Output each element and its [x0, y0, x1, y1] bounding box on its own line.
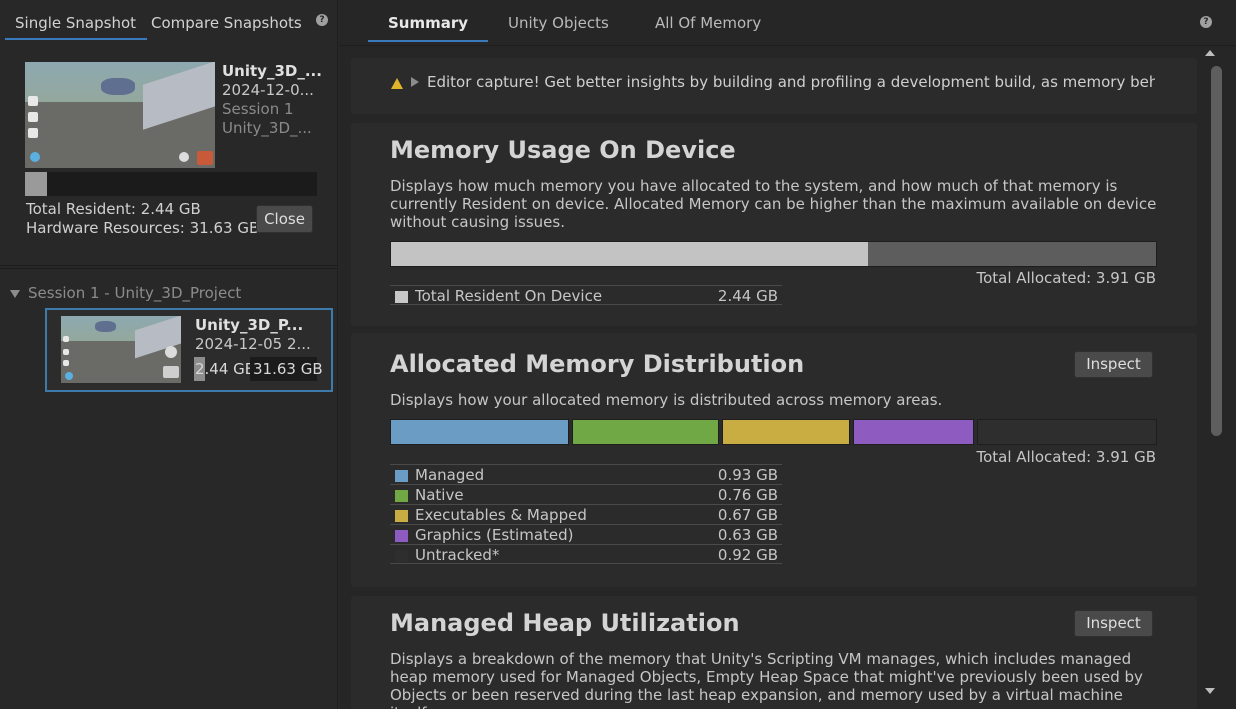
- managed-heap-title: Managed Heap Utilization: [390, 609, 740, 637]
- legend-swatch: [395, 470, 408, 482]
- tab-unity-objects[interactable]: Unity Objects: [508, 14, 609, 32]
- session-hardware-value: 31.63 GB: [250, 357, 323, 381]
- resident-segment[interactable]: [391, 242, 869, 266]
- tab-summary[interactable]: Summary: [367, 14, 489, 42]
- legend-label: Graphics (Estimated): [415, 526, 574, 544]
- memory-usage-title: Memory Usage On Device: [390, 136, 736, 164]
- left-panel: Single Snapshot Compare Snapshots ? Unit…: [0, 0, 338, 709]
- tab-single-snapshot[interactable]: Single Snapshot: [4, 14, 148, 40]
- monitor-icon: [163, 366, 179, 378]
- memory-usage-description: Displays how much memory you have alloca…: [390, 177, 1157, 231]
- inspect-allocated-button[interactable]: Inspect: [1074, 351, 1153, 378]
- divider: [0, 268, 338, 269]
- expand-triangle-icon[interactable]: [10, 289, 20, 298]
- scroll-down-icon[interactable]: [1205, 688, 1215, 694]
- legend-value: 0.92 GB: [717, 546, 778, 564]
- hardware-resources-label: Hardware Resources: 31.63 GB: [26, 219, 260, 237]
- total-resident-label: Total Resident: 2.44 GB: [26, 200, 201, 218]
- legend-label: Executables & Mapped: [415, 506, 587, 524]
- legend-value: 0.67 GB: [717, 506, 778, 524]
- legend-row: Graphics (Estimated) 0.63 GB: [390, 524, 782, 544]
- session-snapshot-date: 2024-12-05 2...: [195, 335, 311, 353]
- legend-row: Executables & Mapped 0.67 GB: [390, 504, 782, 524]
- unity-icon: [63, 349, 69, 355]
- scroll-up-icon[interactable]: [1205, 50, 1215, 56]
- legend-row: Managed 0.93 GB: [390, 464, 782, 484]
- allocated-distribution-description: Displays how your allocated memory is di…: [390, 391, 943, 409]
- view-tabs: Summary Unity Objects All Of Memory ?: [339, 0, 1236, 46]
- expand-caret-icon[interactable]: [411, 77, 419, 87]
- allocated-distribution-total: Total Allocated: 3.91 GB: [976, 448, 1156, 466]
- unity-icon: [28, 112, 38, 122]
- unity-logo-icon: [165, 346, 177, 358]
- session-header-label: Session 1 - Unity_3D_Project: [28, 284, 242, 302]
- vertical-scrollbar-thumb[interactable]: [1211, 66, 1222, 436]
- legend-row: Native 0.76 GB: [390, 484, 782, 504]
- help-icon[interactable]: ?: [316, 14, 328, 26]
- legend-value: 0.63 GB: [717, 526, 778, 544]
- flask-icon: [30, 152, 40, 162]
- main-panel: Summary Unity Objects All Of Memory ? Ed…: [339, 0, 1236, 709]
- legend-label: Untracked*: [415, 546, 500, 564]
- legend-label: Managed: [415, 466, 485, 484]
- snapshot-date: 2024-12-0...: [222, 81, 314, 99]
- legend-swatch: [395, 510, 408, 522]
- legend-row: Total Resident On Device 2.44 GB: [390, 285, 782, 305]
- snapshot-project: Unity_3D_...: [222, 119, 312, 137]
- resident-usage-fill: [25, 172, 48, 196]
- distribution-segment-executables-mapped[interactable]: [721, 419, 850, 445]
- session-snapshot-title: Unity_3D_P...: [195, 316, 304, 334]
- unity-icon: [63, 336, 69, 342]
- tab-all-of-memory[interactable]: All Of Memory: [655, 14, 761, 32]
- divider: [0, 265, 338, 266]
- unity-logo-icon: [179, 152, 189, 162]
- session-header[interactable]: Session 1 - Unity_3D_Project: [10, 284, 241, 302]
- session-snapshot-thumbnail: [61, 316, 181, 383]
- managed-heap-description: Displays a breakdown of the memory that …: [390, 650, 1143, 709]
- legend-swatch: [395, 490, 408, 502]
- distribution-segment-managed[interactable]: [390, 419, 570, 445]
- memory-usage-bar[interactable]: [390, 241, 1157, 267]
- legend-row: Untracked* 0.92 GB: [390, 544, 782, 564]
- memory-usage-legend: Total Resident On Device 2.44 GB: [390, 285, 782, 305]
- allocated-distribution-bar[interactable]: [390, 419, 1157, 445]
- legend-label: Native: [415, 486, 464, 504]
- snapshot-thumbnail[interactable]: [25, 62, 215, 168]
- distribution-segment-graphics-estimated[interactable]: [852, 419, 974, 445]
- memory-usage-total-allocated: Total Allocated: 3.91 GB: [976, 269, 1156, 287]
- inspect-managed-heap-button[interactable]: Inspect: [1074, 610, 1153, 637]
- warning-icon: [391, 78, 403, 89]
- snapshot-session: Session 1: [222, 100, 294, 118]
- warning-text: Editor capture! Get better insights by b…: [427, 73, 1155, 91]
- snapshot-mode-tabs: Single Snapshot Compare Snapshots ?: [0, 0, 338, 40]
- distribution-segment-untracked[interactable]: [976, 419, 1157, 445]
- legend-value: 0.93 GB: [717, 466, 778, 484]
- unity-icon: [28, 128, 38, 138]
- legend-swatch: [395, 530, 408, 542]
- tab-compare-snapshots[interactable]: Compare Snapshots: [151, 14, 302, 32]
- help-icon[interactable]: ?: [1200, 16, 1212, 28]
- allocated-distribution-title: Allocated Memory Distribution: [390, 350, 805, 378]
- legend-label: Total Resident On Device: [415, 287, 603, 305]
- flask-icon: [65, 372, 73, 380]
- unity-icon: [28, 96, 38, 106]
- legend-swatch: [395, 291, 408, 303]
- snapshot-title: Unity_3D_...: [222, 62, 322, 80]
- legend-swatch: [395, 550, 408, 562]
- close-button[interactable]: Close: [256, 205, 313, 233]
- legend-value: 0.76 GB: [717, 486, 778, 504]
- resident-usage-bar: [25, 172, 317, 196]
- unity-icon: [63, 360, 69, 366]
- editor-platform-icon: [197, 151, 213, 165]
- legend-value: 2.44 GB: [717, 287, 778, 305]
- distribution-segment-native[interactable]: [572, 419, 719, 445]
- allocated-distribution-legend: Managed 0.93 GB Native 0.76 GB Executables &…: [390, 464, 782, 564]
